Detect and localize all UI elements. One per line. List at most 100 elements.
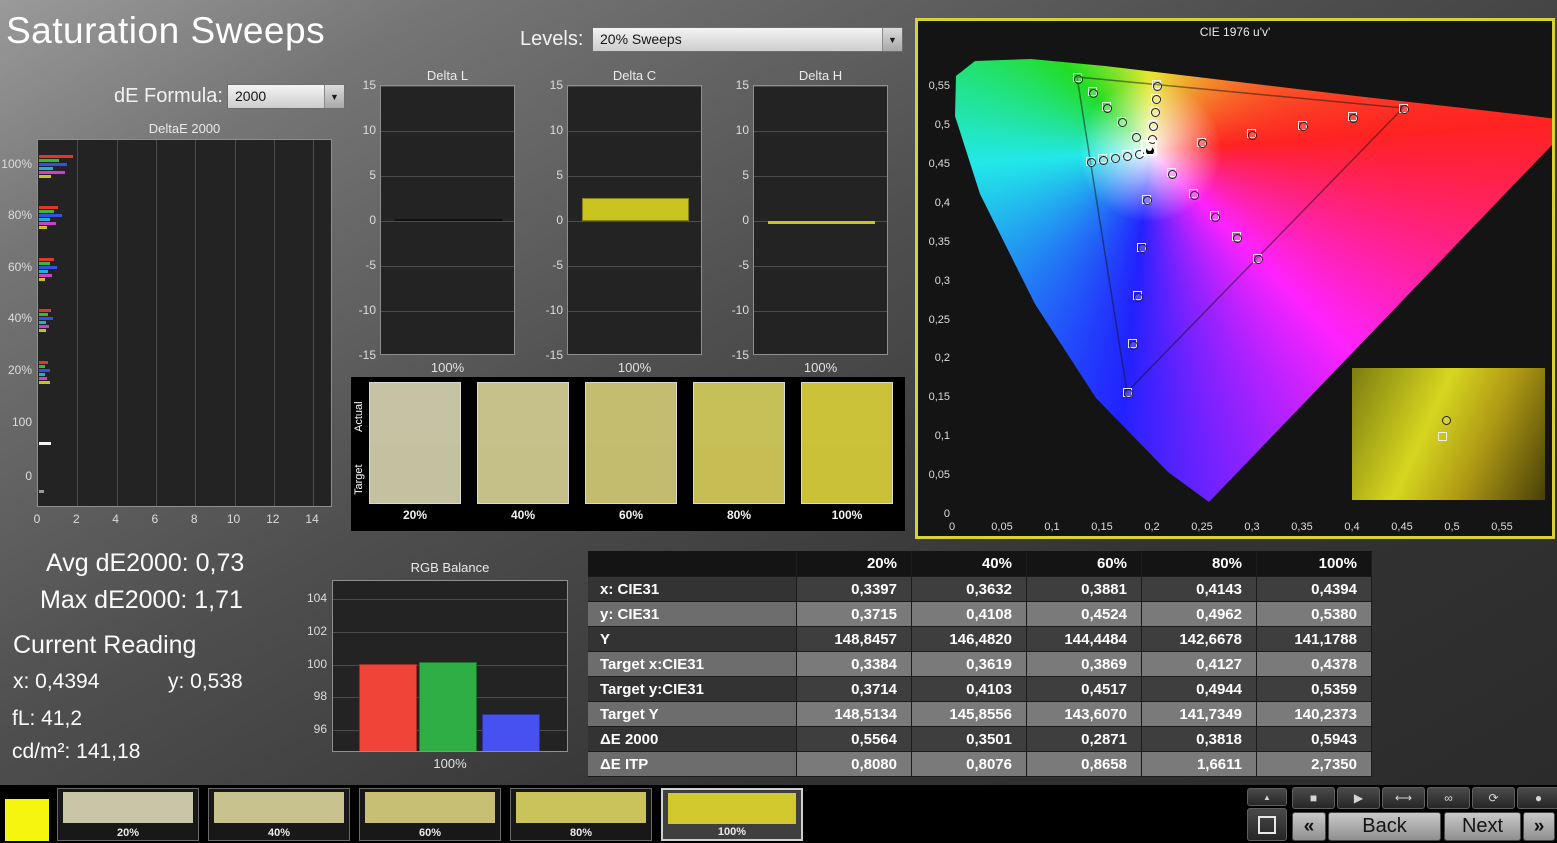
swatch-60% <box>585 382 677 504</box>
delta_l-bar <box>395 219 502 221</box>
y-tick-label: -15 <box>725 348 749 362</box>
de-bar <box>39 377 47 380</box>
grid-line <box>568 131 701 132</box>
y-tick-label: 100% <box>0 157 32 171</box>
y-tick-label: -5 <box>539 258 563 272</box>
grid-line <box>568 221 701 222</box>
range-button[interactable]: ⟷ <box>1382 787 1425 809</box>
x-axis-label: 100% <box>567 360 702 375</box>
y-tick-label: 0 <box>0 469 32 483</box>
de-bar <box>39 206 58 209</box>
reading-fl: fL: 41,2 <box>12 707 82 731</box>
cie-measured-point <box>1099 156 1108 165</box>
cie-measured-point <box>1103 104 1112 113</box>
swatch-label: 60% <box>585 508 677 522</box>
de-formula-dropdown[interactable]: 2000 ▼ <box>227 84 345 109</box>
next-button[interactable]: Next <box>1444 812 1521 841</box>
page-title: Saturation Sweeps <box>6 10 325 52</box>
grid-line <box>156 140 157 506</box>
table-row: Target Y148,5134145,8556143,6070141,7349… <box>588 702 1372 727</box>
bottom-patch-100%[interactable]: 100% <box>661 788 803 841</box>
de-bar <box>39 442 51 445</box>
de-bar <box>39 266 57 269</box>
table-cell: 0,3714 <box>797 677 912 702</box>
max-de2000: Max dE2000: 1,71 <box>40 586 243 615</box>
patch-window-button[interactable] <box>1247 808 1287 841</box>
swatch-panel: Actual Target 20%40%60%80%100% <box>351 377 905 531</box>
y-tick-label: 0,15 <box>920 391 950 403</box>
de-bar <box>39 226 47 229</box>
cie-measured-point <box>1152 95 1161 104</box>
bottom-patch-20%[interactable]: 20% <box>57 788 199 841</box>
cie-measured-point <box>1149 122 1158 131</box>
collapse-button[interactable]: ▲ <box>1247 788 1287 806</box>
swatch-actual <box>478 383 568 443</box>
refresh-button[interactable]: ⟳ <box>1472 787 1515 809</box>
measurement-table: 20%40%60%80%100% x: CIE310,33970,36320,3… <box>588 551 1372 777</box>
x-tick-label: 2 <box>68 512 84 526</box>
grid-line <box>117 140 118 506</box>
x-tick-label: 0,05 <box>986 521 1018 533</box>
bottom-patch-40%[interactable]: 40% <box>208 788 350 841</box>
stop-button[interactable]: ■ <box>1292 787 1335 809</box>
y-tick-label: 0,25 <box>920 314 950 326</box>
x-tick-label: 0,25 <box>1186 521 1218 533</box>
y-tick-label: -5 <box>725 258 749 272</box>
chevron-down-icon[interactable]: ▼ <box>882 28 902 51</box>
swatch-100% <box>801 382 893 504</box>
levels-dropdown[interactable]: 20% Sweeps ▼ <box>592 27 903 52</box>
y-tick-label: 40% <box>0 311 32 325</box>
back-chevron-button[interactable]: « <box>1292 812 1326 841</box>
grid-line <box>195 140 196 506</box>
cie-measured-point <box>1168 170 1177 179</box>
square-icon <box>1258 816 1276 834</box>
table-cell: 1,6611 <box>1142 752 1257 777</box>
y-tick-label: 0 <box>725 213 749 227</box>
table-cell: 0,4944 <box>1142 677 1257 702</box>
de-bar <box>39 490 44 493</box>
grid-line <box>77 140 78 506</box>
bottom-patch-60%[interactable]: 60% <box>359 788 501 841</box>
rgb-balance-chart: RGB Balance 100% 1041021009896 <box>305 558 575 768</box>
grid-line <box>333 632 567 633</box>
grid-line <box>381 221 514 222</box>
grid-line <box>274 140 275 506</box>
chart-title: Delta C <box>567 68 702 83</box>
loop-button[interactable]: ∞ <box>1427 787 1470 809</box>
cie-current-marker <box>1141 140 1157 156</box>
back-button[interactable]: Back <box>1328 812 1441 841</box>
chevron-down-icon[interactable]: ▼ <box>324 85 344 108</box>
swatch-label: 40% <box>477 508 569 522</box>
table-cell: 0,5359 <box>1257 677 1372 702</box>
table-cell: 0,8076 <box>912 752 1027 777</box>
grid-line <box>568 86 701 87</box>
cie-measured-point <box>1190 191 1199 200</box>
table-cell: 0,4517 <box>1027 677 1142 702</box>
de-bar <box>39 210 54 213</box>
x-tick-label: 6 <box>147 512 163 526</box>
y-tick-label: 10 <box>725 123 749 137</box>
y-tick-label: -5 <box>352 258 376 272</box>
table-cell: 0,8080 <box>797 752 912 777</box>
y-tick-label: 0 <box>539 213 563 227</box>
y-tick-label: 98 <box>305 689 327 703</box>
next-chevron-button[interactable]: » <box>1523 812 1555 841</box>
cie-measured-point <box>1442 416 1451 425</box>
y-tick-label: 102 <box>305 624 327 638</box>
table-cell: 0,5564 <box>797 727 912 752</box>
record-button[interactable]: ● <box>1517 787 1557 809</box>
x-tick-label: 0,3 <box>1236 521 1268 533</box>
de-bar <box>39 218 50 221</box>
table-cell: 0,4103 <box>912 677 1027 702</box>
grid-line <box>235 140 236 506</box>
row-label: x: CIE31 <box>588 577 797 602</box>
play-button[interactable]: ▶ <box>1337 787 1380 809</box>
table-column-header: 60% <box>1027 551 1142 577</box>
patch-color <box>63 792 193 823</box>
y-tick-label: 0,2 <box>920 352 950 364</box>
y-tick-label: 0,4 <box>920 197 950 209</box>
current-color-patch <box>5 799 49 841</box>
delta-l-plot <box>380 85 515 355</box>
row-label: Target y:CIE31 <box>588 677 797 702</box>
bottom-patch-80%[interactable]: 80% <box>510 788 652 841</box>
